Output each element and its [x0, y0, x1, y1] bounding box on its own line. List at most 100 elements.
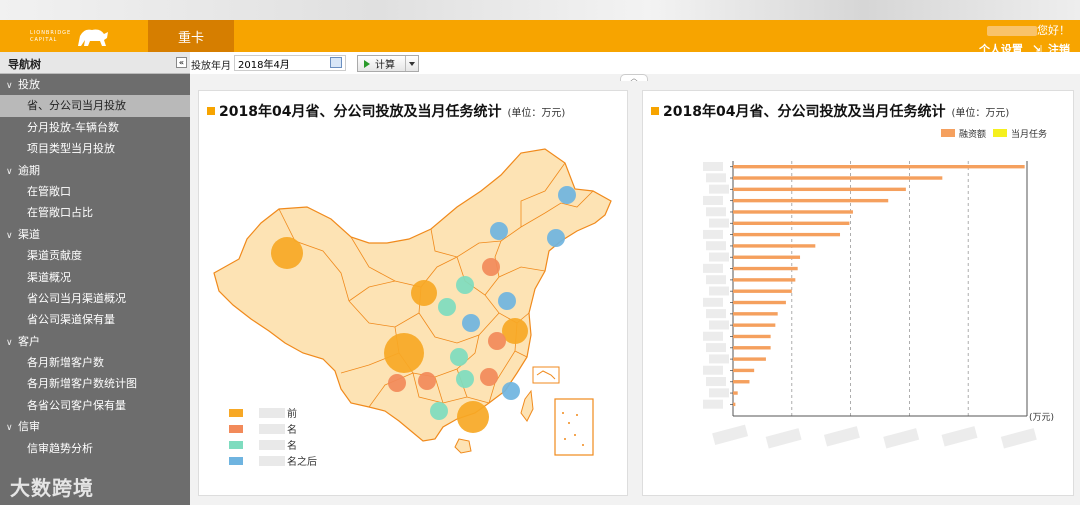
calculate-button-label: 计算: [375, 60, 395, 71]
legend-label: 名之后: [287, 455, 317, 468]
sidebar-item[interactable]: 渠道贡献度: [0, 245, 190, 266]
map-bubble: [456, 276, 474, 294]
sidebar-item[interactable]: 分月投放-车辆台数: [0, 117, 190, 138]
legend-label-redacted: [259, 408, 285, 418]
sidebar-item[interactable]: 各月新增客户数: [0, 352, 190, 373]
map-bubble: [482, 258, 500, 276]
sidebar-item[interactable]: 各省公司客户保有量: [0, 395, 190, 416]
bar: [733, 391, 738, 395]
sidebar-item[interactable]: 项目类型当月投放: [0, 138, 190, 159]
category-label-redacted: [709, 218, 729, 228]
category-label-redacted: [706, 377, 726, 387]
legend-swatch: [993, 129, 1007, 137]
map-bubble: [462, 314, 480, 332]
bar: [733, 323, 776, 327]
sidebar-item[interactable]: 省、分公司当月投放: [0, 95, 190, 117]
inset-island-dot: [564, 438, 566, 440]
legend-label: 当月任务: [1011, 128, 1047, 140]
category-label-redacted: [706, 207, 726, 217]
bar: [733, 255, 801, 259]
collapse-toolbar-handle[interactable]: ︿: [620, 74, 648, 82]
toolbar: 投放年月 计算: [190, 52, 1080, 74]
nav-group-label: 投放: [18, 78, 40, 91]
category-label-redacted: [709, 320, 729, 330]
map-bubble: [498, 292, 516, 310]
nav-group[interactable]: ∨ 投放: [0, 74, 190, 95]
category-label-redacted: [703, 162, 723, 171]
map-bubble: [384, 333, 424, 373]
sidebar-item[interactable]: 在管敞口占比: [0, 202, 190, 223]
sidebar-title: 导航树: [8, 58, 41, 71]
inset-island-dot: [562, 412, 564, 414]
browser-top-strip: [0, 0, 1080, 20]
bar: [733, 346, 771, 350]
nav-group[interactable]: ∨ 逾期: [0, 160, 190, 181]
calendar-icon[interactable]: [330, 57, 342, 68]
nav-group[interactable]: ∨ 渠道: [0, 224, 190, 245]
category-label-redacted: [706, 241, 726, 251]
category-label-redacted: [706, 275, 726, 285]
category-label-redacted: [709, 286, 729, 296]
content-area: ︿ 前名名名之后 2018年04月省、分公司投放及当月任务统计 (单位：万元) (…: [190, 74, 1080, 505]
user-area: 您好！ 个人设置 ⇲ 注销: [950, 22, 1070, 56]
bar: [733, 221, 850, 225]
map-bubble: [418, 372, 436, 390]
map-bubble: [430, 402, 448, 420]
map-bubble: [547, 229, 565, 247]
calculate-button[interactable]: 计算: [357, 55, 419, 72]
category-label-redacted: [703, 399, 723, 409]
nav-group-label: 渠道: [18, 227, 40, 241]
map-bubble: [456, 370, 474, 388]
map-bubble: [488, 332, 506, 350]
category-label-redacted: [706, 173, 726, 183]
watermark-logo: 大数跨境: [10, 472, 94, 501]
bar: [733, 232, 841, 237]
bar: [733, 402, 736, 407]
period-label: 投放年月: [191, 61, 231, 72]
category-label-redacted: [703, 229, 723, 239]
category-label-redacted: [709, 184, 729, 194]
bar: [733, 312, 778, 316]
sidebar-item[interactable]: 省公司渠道保有量: [0, 309, 190, 330]
map-bubble: [411, 280, 437, 306]
map-bubble: [558, 186, 576, 204]
bar: [733, 278, 796, 282]
hainan-island: [454, 438, 472, 454]
legend-label-redacted: [259, 440, 285, 450]
sidebar-item[interactable]: 各月新增客户数统计图: [0, 373, 190, 394]
lion-logo-icon: [78, 29, 108, 46]
nav-group[interactable]: ∨ 信审: [0, 416, 190, 437]
x-tick-label-redacted: [765, 428, 802, 449]
bar: [733, 187, 906, 192]
sidebar-item[interactable]: 渠道概况: [0, 267, 190, 288]
legend-swatch: [229, 441, 243, 449]
category-label-redacted: [703, 331, 723, 341]
x-axis-unit: (万元): [1029, 413, 1054, 423]
sidebar-item[interactable]: 在管敞口: [0, 181, 190, 202]
dropdown-arrow-icon[interactable]: [409, 62, 415, 66]
map-bubble: [502, 382, 520, 400]
chevron-down-icon: ∨: [6, 337, 13, 348]
nav-group[interactable]: ∨ 客户: [0, 331, 190, 352]
bar-legend: 融资额 当月任务: [941, 128, 1047, 140]
collapse-sidebar-button[interactable]: «: [176, 57, 187, 68]
category-label-redacted: [703, 195, 723, 205]
x-tick-label-redacted: [1000, 428, 1037, 449]
map-bubble: [271, 237, 303, 269]
bar: [733, 289, 792, 293]
bar: [733, 357, 766, 361]
map-legend: 前名名名之后: [229, 407, 317, 468]
bar: [733, 368, 755, 373]
inset-island-dot: [576, 414, 578, 416]
sidebar-header: 导航树 «: [0, 52, 190, 74]
x-tick-label-redacted: [823, 426, 860, 447]
bar: [733, 334, 771, 339]
sidebar-item[interactable]: 信审趋势分析: [0, 438, 190, 459]
map-bubble: [480, 368, 498, 386]
tab-heavy-truck[interactable]: 重卡: [148, 20, 234, 52]
legend-swatch: [229, 457, 243, 465]
category-label-redacted: [709, 252, 729, 262]
map-bubble: [388, 374, 406, 392]
sidebar-item[interactable]: 省公司当月渠道概况: [0, 288, 190, 309]
bar: [733, 244, 816, 248]
